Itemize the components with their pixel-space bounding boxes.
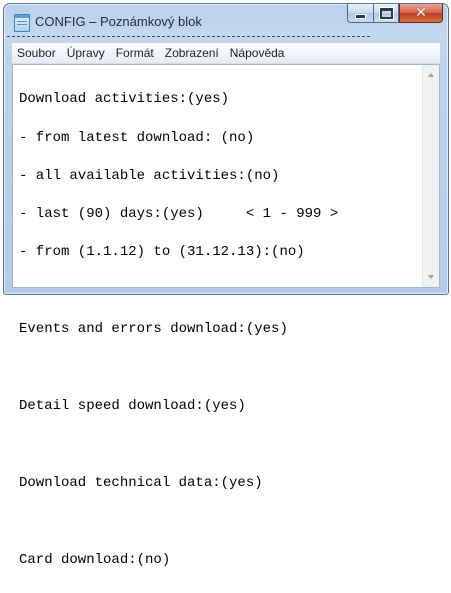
text-line: Detail speed download:(yes): [19, 397, 246, 414]
text-line: - from latest download: (no): [19, 129, 255, 146]
minimize-icon: [355, 13, 366, 19]
menu-soubor[interactable]: Soubor: [12, 46, 62, 60]
text-line: Download technical data:(yes): [19, 474, 263, 491]
notepad-app-icon[interactable]: [14, 14, 30, 32]
menu-format[interactable]: Formát: [111, 46, 160, 60]
close-icon: ✕: [415, 5, 427, 21]
arrow-up-icon: [428, 73, 434, 77]
text-line: Card download:(no): [19, 551, 171, 568]
text-line: Download activities:(yes): [19, 91, 230, 108]
maximize-icon: [379, 7, 393, 19]
caption-buttons: ✕: [347, 4, 443, 24]
menu-napoveda[interactable]: Nápověda: [225, 46, 291, 60]
menu-separator-line: [7, 36, 370, 37]
menu-upravy[interactable]: Úpravy: [62, 46, 111, 60]
menu-bar: Soubor Úpravy Formát Zobrazení Nápověda: [7, 36, 440, 64]
scroll-down-button[interactable]: [423, 269, 439, 285]
text-line: - all available activities:(no): [19, 167, 280, 184]
maximize-button[interactable]: [373, 4, 399, 23]
vertical-scrollbar[interactable]: [422, 65, 439, 287]
scroll-up-button[interactable]: [423, 67, 439, 83]
close-button[interactable]: ✕: [399, 4, 443, 23]
text-editor[interactable]: Download activities:(yes) - from latest …: [12, 64, 440, 567]
menu-zobrazeni[interactable]: Zobrazení: [160, 46, 225, 60]
arrow-down-icon: [428, 275, 434, 279]
window-title: CONFIG – Poznámkový blok: [35, 14, 202, 29]
text-content[interactable]: Download activities:(yes) - from latest …: [19, 68, 419, 567]
text-line: - last (90) days:(yes) < 1 - 999 >: [19, 205, 339, 222]
minimize-button[interactable]: [347, 4, 373, 23]
text-line: Events and errors download:(yes): [19, 320, 288, 337]
text-line: - from (1.1.12) to (31.12.13):(no): [19, 243, 305, 260]
notepad-window: CONFIG – Poznámkový blok ✕ Soubor Úpravy…: [3, 3, 449, 567]
